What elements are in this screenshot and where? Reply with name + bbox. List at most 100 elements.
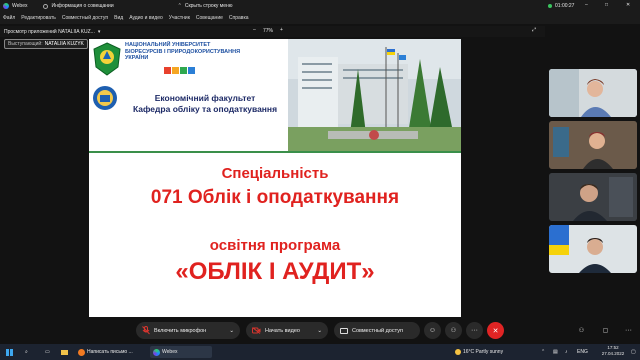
- menu-edit[interactable]: Редактировать: [18, 15, 59, 21]
- viewer-dropdown-icon[interactable]: ▾: [98, 29, 101, 35]
- taskbar-app-webex[interactable]: Webex: [150, 346, 212, 358]
- firefox-icon: [78, 348, 85, 356]
- university-name: НАЦІОНАЛЬНИЙ УНІВЕРСИТЕТ БІОРЕСУРСІВ І П…: [125, 42, 253, 62]
- campus-photo: [288, 39, 461, 151]
- more-options-button[interactable]: ···: [466, 322, 483, 339]
- more-icon: ···: [471, 327, 478, 334]
- title-bar: Webex Информация о совещании ⌃ Скрыть ст…: [0, 0, 640, 12]
- task-view-button[interactable]: ▭: [42, 346, 53, 358]
- menu-bar: Файл Редактировать Совместный доступ Вид…: [0, 12, 640, 24]
- meeting-timer: 01:00:27: [555, 3, 575, 9]
- speaker-name: NATALIIA KUZYK: [44, 41, 84, 47]
- menu-audio-video[interactable]: Аудио и видео: [126, 15, 166, 21]
- leave-meeting-button[interactable]: ✕: [487, 322, 504, 339]
- participants-icon: ⚇: [450, 328, 457, 334]
- participant-avatar-4: [549, 225, 637, 273]
- task-view-icon: ▭: [45, 349, 50, 355]
- participant-avatar-2: [549, 121, 637, 169]
- viewer-bar: Просмотр приложений NATALIIA KUZ... ▾ – …: [0, 26, 545, 37]
- microphone-muted-icon: [142, 326, 150, 335]
- active-speaker-chip: Выступающий: NATALIIA KUZYK: [4, 39, 88, 49]
- mute-button-label: Включить микрофон: [154, 327, 207, 334]
- share-button[interactable]: Совместный доступ: [334, 322, 420, 339]
- start-button[interactable]: [3, 346, 16, 358]
- more-panels-button[interactable]: ···: [620, 322, 637, 339]
- partner-logo-icon: [164, 67, 195, 74]
- zoom-level[interactable]: 77%: [263, 28, 273, 34]
- participant-panel: [549, 69, 637, 299]
- viewer-title: Просмотр приложений NATALIIA KUZ...: [4, 28, 95, 35]
- leave-icon: ✕: [492, 327, 499, 335]
- meeting-controls: Включить микрофон ⌄ Начать видео ⌄ Совме…: [0, 318, 640, 344]
- zoom-in-icon[interactable]: +: [280, 27, 283, 33]
- department-emblem-icon: [93, 86, 117, 110]
- faculty-title: Економічний факультет: [154, 93, 256, 103]
- network-icon[interactable]: ▤: [550, 346, 561, 358]
- program-label: освітня програма: [209, 237, 341, 254]
- weather-widget[interactable]: 16°C Partly sunny: [452, 346, 506, 358]
- mute-button[interactable]: Включить микрофон ⌄: [136, 322, 240, 339]
- menu-file[interactable]: Файл: [0, 15, 18, 21]
- menu-help[interactable]: Справка: [226, 15, 252, 21]
- share-button-label: Совместный доступ: [352, 327, 403, 334]
- folder-icon: [61, 349, 68, 355]
- department-title: Кафедра обліку та оподаткування: [132, 104, 278, 114]
- start-video-button[interactable]: Начать видео ⌄: [246, 322, 328, 339]
- windows-taskbar: ⌕ ▭ Написать письмо ... Webex 16°C Partl…: [0, 344, 640, 360]
- clock-date: 27.04.2022: [601, 351, 625, 356]
- specialty-name: 071 Облік і оподаткування: [150, 187, 400, 208]
- university-line-3: УКРАЇНИ: [125, 55, 149, 61]
- participant-video-3[interactable]: [549, 173, 637, 221]
- minimize-icon[interactable]: –: [585, 2, 588, 8]
- webex-taskbar-icon: [153, 348, 160, 356]
- file-explorer-button[interactable]: [58, 346, 71, 358]
- participant-avatar-3: [549, 173, 637, 221]
- chat-icon: ▢: [602, 328, 609, 334]
- share-screen-icon: [340, 327, 348, 334]
- program-name: «ОБЛІК І АУДИТ»: [175, 258, 375, 285]
- meeting-info-tab[interactable]: Информация о совещании: [51, 3, 113, 9]
- chat-panel-toggle[interactable]: ▢: [597, 322, 614, 339]
- windows-logo-icon: [6, 348, 13, 356]
- volume-icon[interactable]: ♪: [562, 346, 571, 358]
- participant-video-4[interactable]: [549, 225, 637, 273]
- participants-panel-toggle[interactable]: ⚇: [573, 322, 590, 339]
- hide-menu-chevron-icon[interactable]: ⌃: [178, 3, 182, 9]
- start-video-label: Начать видео: [265, 327, 300, 334]
- mute-dropdown-icon[interactable]: ⌄: [229, 328, 234, 334]
- webex-logo-icon: [3, 3, 9, 9]
- language-indicator[interactable]: ENG: [574, 346, 591, 358]
- app-title: Webex: [12, 3, 28, 9]
- video-dropdown-icon[interactable]: ⌄: [317, 328, 322, 334]
- weather-text: 16°C Partly sunny: [463, 349, 504, 355]
- camera-off-icon: [252, 327, 261, 334]
- close-icon[interactable]: ✕: [626, 2, 630, 8]
- zoom-out-icon[interactable]: –: [253, 27, 256, 33]
- people-icon: ⚇: [578, 328, 585, 334]
- menu-meeting[interactable]: Совещание: [193, 15, 226, 21]
- specialty-label: Спеціальність: [221, 165, 329, 182]
- taskbar-app-webex-label: Webex: [162, 349, 178, 355]
- participants-button[interactable]: ⚇: [445, 322, 462, 339]
- fullscreen-icon[interactable]: ⤢: [532, 27, 536, 33]
- speaker-label: Выступающий:: [8, 41, 43, 47]
- maximize-icon[interactable]: □: [605, 2, 608, 8]
- notifications-icon[interactable]: ▢: [628, 346, 639, 358]
- taskbar-app-firefox[interactable]: Написать письмо ...: [75, 346, 147, 358]
- sun-icon: [455, 349, 461, 355]
- menu-view[interactable]: Вид: [111, 15, 126, 21]
- reactions-button[interactable]: ☺: [424, 322, 441, 339]
- tray-expand-icon[interactable]: ⌃: [538, 346, 548, 358]
- university-crest-icon: [93, 42, 121, 76]
- participant-video-2[interactable]: [549, 121, 637, 169]
- menu-participant[interactable]: Участник: [166, 15, 193, 21]
- slide-header: НАЦІОНАЛЬНИЙ УНІВЕРСИТЕТ БІОРЕСУРСІВ І П…: [89, 39, 461, 153]
- shared-slide: НАЦІОНАЛЬНИЙ УНІВЕРСИТЕТ БІОРЕСУРСІВ І П…: [89, 39, 461, 317]
- search-button[interactable]: ⌕: [22, 346, 31, 358]
- menu-share[interactable]: Совместный доступ: [59, 15, 111, 21]
- hide-menu-button[interactable]: Скрыть строку меню: [185, 3, 233, 9]
- search-icon: ⌕: [25, 349, 28, 355]
- participant-video-1[interactable]: [549, 69, 637, 117]
- clock[interactable]: 17:52 27.04.2022: [598, 345, 628, 357]
- info-icon[interactable]: [43, 3, 49, 9]
